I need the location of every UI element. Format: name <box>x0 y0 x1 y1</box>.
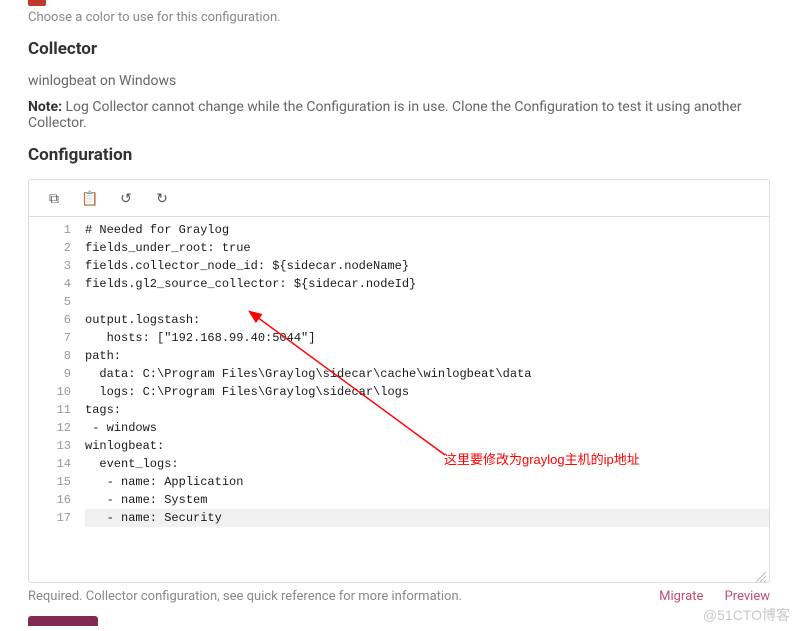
undo-icon: ↺ <box>120 190 132 207</box>
code-line[interactable]: event_logs: <box>85 455 769 473</box>
code-line[interactable]: fields_under_root: true <box>85 239 769 257</box>
note-text: Log Collector cannot change while the Co… <box>28 99 742 131</box>
code-line[interactable]: - windows <box>85 419 769 437</box>
resize-handle-icon[interactable] <box>756 570 766 580</box>
editor-links: Migrate Preview <box>641 589 770 604</box>
preview-link[interactable]: Preview <box>725 589 770 604</box>
editor-gutter: 1234567891011121314151617 <box>29 217 81 531</box>
note-label: Note: <box>28 99 62 115</box>
redo-icon: ↻ <box>156 190 168 207</box>
code-line[interactable]: - name: Application <box>85 473 769 491</box>
code-line[interactable]: fields.collector_node_id: ${sidecar.node… <box>85 257 769 275</box>
copy-button[interactable]: ⧉ <box>37 186 71 210</box>
annotation-text: 这里要修改为graylog主机的ip地址 <box>444 449 640 468</box>
config-editor[interactable]: 1234567891011121314151617 # Needed for G… <box>28 216 770 583</box>
code-line[interactable]: - name: System <box>85 491 769 509</box>
code-line[interactable]: output.logstash: <box>85 311 769 329</box>
code-line[interactable]: - name: Security <box>85 509 769 527</box>
primary-button[interactable] <box>28 616 98 626</box>
helper-color: Choose a color to use for this configura… <box>28 10 770 25</box>
paste-icon: 📋 <box>81 190 98 207</box>
code-line[interactable]: path: <box>85 347 769 365</box>
migrate-link[interactable]: Migrate <box>659 589 703 604</box>
undo-button[interactable]: ↺ <box>109 186 143 210</box>
code-line[interactable]: hosts: ["192.168.99.40:5044"] <box>85 329 769 347</box>
collector-note: Note: Log Collector cannot change while … <box>28 99 770 131</box>
editor-toolbar: ⧉ 📋 ↺ ↻ <box>28 179 770 216</box>
redo-button[interactable]: ↻ <box>145 186 179 210</box>
collector-heading: Collector <box>28 39 770 59</box>
color-swatch[interactable] <box>28 0 46 6</box>
code-line[interactable]: tags: <box>85 401 769 419</box>
editor-code[interactable]: # Needed for Graylogfields_under_root: t… <box>81 217 769 531</box>
code-line[interactable]: data: C:\Program Files\Graylog\sidecar\c… <box>85 365 769 383</box>
code-line[interactable]: logs: C:\Program Files\Graylog\sidecar\l… <box>85 383 769 401</box>
code-line[interactable] <box>85 293 769 311</box>
configuration-heading: Configuration <box>28 145 770 165</box>
code-line[interactable]: # Needed for Graylog <box>85 221 769 239</box>
copy-icon: ⧉ <box>49 190 59 207</box>
required-text: Required. Collector configuration, see q… <box>28 589 462 604</box>
collector-value: winlogbeat on Windows <box>28 73 770 89</box>
paste-button[interactable]: 📋 <box>73 186 107 210</box>
code-line[interactable]: fields.gl2_source_collector: ${sidecar.n… <box>85 275 769 293</box>
code-line[interactable]: winlogbeat: <box>85 437 769 455</box>
